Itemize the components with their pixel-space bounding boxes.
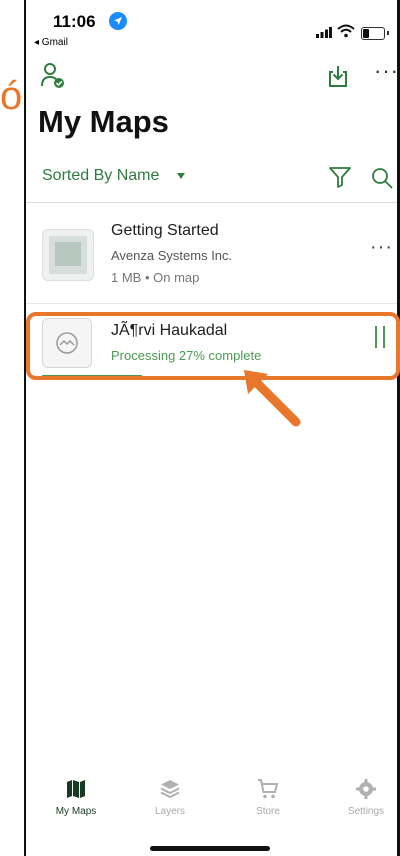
battery-tip <box>387 31 389 35</box>
tab-my-maps[interactable]: My Maps <box>36 778 116 817</box>
more-options-icon[interactable]: ··· <box>374 58 399 84</box>
cellular-signal-icon <box>316 27 332 38</box>
wifi-icon <box>337 24 355 38</box>
map-icon <box>67 780 85 798</box>
download-icon[interactable] <box>327 64 349 88</box>
gear-icon <box>356 779 376 799</box>
battery-icon <box>361 27 385 40</box>
tab-label: Layers <box>154 806 185 817</box>
location-arrow-icon <box>109 12 127 30</box>
tab-layers[interactable]: Layers <box>130 778 210 817</box>
annotation-highlight-box <box>26 312 400 380</box>
account-check-icon[interactable] <box>40 62 68 90</box>
layers-icon <box>160 780 180 799</box>
status-time: 11:06 <box>53 12 96 31</box>
map-thumbnail <box>42 229 94 281</box>
back-to-gmail-link[interactable]: ◂ Gmail <box>34 37 68 48</box>
page-title: My Maps <box>38 104 169 139</box>
tab-label: My Maps <box>55 806 97 817</box>
tab-bar: My Maps Layers Store Settings <box>26 770 397 830</box>
tab-label: Store <box>256 806 280 817</box>
chevron-down-icon[interactable] <box>177 173 185 179</box>
frame-left-edge <box>24 0 26 856</box>
home-indicator <box>150 846 270 851</box>
cart-icon <box>258 779 279 799</box>
annotation-arrow <box>244 370 301 427</box>
tab-settings[interactable]: Settings <box>326 778 400 817</box>
annotation-mark: ó <box>0 74 23 118</box>
more-options-icon[interactable]: ··· <box>370 236 393 259</box>
status-bar: 11:06 ◂ Gmail <box>26 0 397 56</box>
map-publisher: Avenza Systems Inc. <box>111 248 233 263</box>
filter-icon[interactable] <box>328 166 352 188</box>
search-icon[interactable] <box>370 166 394 190</box>
map-title: Getting Started <box>111 222 219 239</box>
list-item[interactable]: Getting Started Avenza Systems Inc. 1 MB… <box>26 203 397 304</box>
sort-dropdown[interactable]: Sorted By Name <box>42 167 159 185</box>
sort-filter-toolbar: Sorted By Name <box>26 156 397 203</box>
tab-store[interactable]: Store <box>228 778 308 817</box>
map-meta: 1 MB • On map <box>111 270 200 285</box>
tab-label: Settings <box>347 806 385 817</box>
